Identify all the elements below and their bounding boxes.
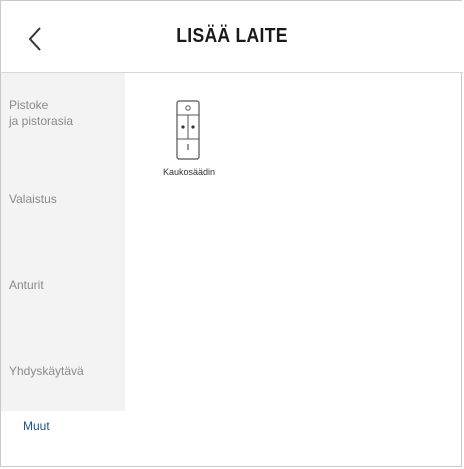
category-sidebar: Pistoke ja pistorasia Valaistus Anturit … xyxy=(1,73,125,411)
device-label: Kaukosäädin xyxy=(162,167,216,177)
app-window: LISÄÄ LAITE Pistoke ja pistorasia Valais… xyxy=(0,0,463,467)
sidebar-item-label: Pistoke xyxy=(9,98,49,112)
device-tile-remote[interactable]: Kaukosäädin xyxy=(157,97,221,187)
remote-control-icon xyxy=(176,100,200,160)
sidebar-item-other[interactable]: Muut xyxy=(23,419,50,433)
sidebar-item-gateway[interactable]: Yhdyskäytävä xyxy=(9,363,84,379)
page-title: LISÄÄ LAITE xyxy=(176,25,288,47)
sidebar-item-lighting[interactable]: Valaistus xyxy=(9,191,57,207)
sidebar-item-plug[interactable]: Pistoke ja pistorasia xyxy=(9,97,73,129)
sidebar-item-label: ja pistorasia xyxy=(9,114,74,128)
sidebar-item-sensors[interactable]: Anturit xyxy=(9,277,44,293)
header-bar: LISÄÄ LAITE xyxy=(1,1,463,73)
